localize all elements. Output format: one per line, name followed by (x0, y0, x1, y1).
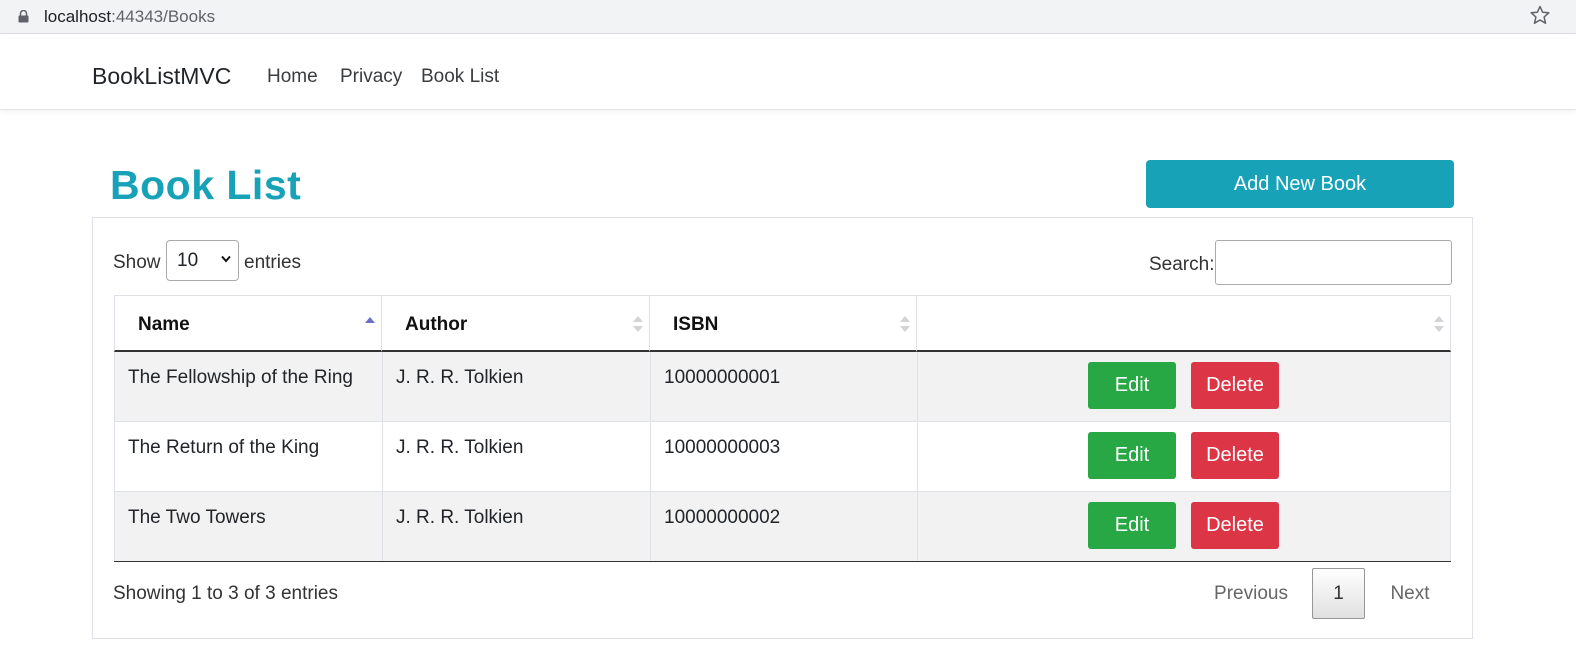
column-header-name[interactable]: Name (114, 295, 382, 352)
table-row: The Fellowship of the Ring J. R. R. Tolk… (114, 352, 1451, 422)
add-new-book-button[interactable]: Add New Book (1146, 160, 1454, 208)
star-icon[interactable] (1530, 5, 1550, 25)
book-name: The Fellowship of the Ring (128, 367, 353, 388)
column-header-label: ISBN (673, 314, 719, 335)
browser-address-bar: localhost:44343/Books (0, 0, 1576, 34)
book-author: J. R. R. Tolkien (396, 437, 524, 458)
pagination-previous[interactable]: Previous (1200, 583, 1302, 605)
cell-author: J. R. R. Tolkien (382, 352, 650, 421)
column-header-isbn[interactable]: ISBN (650, 295, 917, 352)
sort-both-icon (1434, 316, 1444, 332)
column-header-label: Name (138, 314, 190, 335)
book-author: J. R. R. Tolkien (396, 507, 524, 528)
nav-link-home[interactable]: Home (267, 66, 318, 88)
cell-actions: Edit Delete (917, 352, 1451, 421)
delete-button[interactable]: Delete (1191, 502, 1279, 549)
page-title: Book List (110, 162, 302, 208)
table-row: The Return of the King J. R. R. Tolkien … (114, 422, 1451, 492)
table-row: The Two Towers J. R. R. Tolkien 10000000… (114, 492, 1451, 562)
table-info: Showing 1 to 3 of 3 entries (113, 583, 338, 604)
pagination-page-current[interactable]: 1 (1312, 568, 1365, 619)
cell-author: J. R. R. Tolkien (382, 422, 650, 491)
navbar-brand[interactable]: BookListMVC (92, 63, 231, 90)
book-author: J. R. R. Tolkien (396, 367, 524, 388)
cell-name: The Return of the King (114, 422, 382, 491)
cell-name: The Two Towers (114, 492, 382, 561)
delete-button[interactable]: Delete (1191, 362, 1279, 409)
cell-author: J. R. R. Tolkien (382, 492, 650, 561)
nav-link-privacy[interactable]: Privacy (340, 66, 402, 88)
nav-link-book-list[interactable]: Book List (421, 66, 499, 88)
book-name: The Return of the King (128, 437, 320, 458)
page-length-value: 10 (177, 249, 199, 271)
column-header-author[interactable]: Author (382, 295, 650, 352)
sort-both-icon (633, 316, 643, 332)
cell-isbn: 10000000003 (650, 422, 917, 491)
cell-isbn: 10000000002 (650, 492, 917, 561)
book-name: The Two Towers (128, 507, 266, 528)
url-host: localhost (44, 7, 112, 26)
sort-asc-icon (365, 317, 375, 323)
url-path: :44343/Books (111, 7, 216, 26)
chevron-down-icon (221, 255, 231, 263)
pagination-next[interactable]: Next (1375, 583, 1445, 605)
column-header-actions[interactable] (917, 295, 1451, 352)
search-input[interactable] (1215, 240, 1452, 285)
delete-button[interactable]: Delete (1191, 432, 1279, 479)
show-label: Show (113, 252, 161, 273)
book-isbn: 10000000002 (664, 507, 781, 528)
lock-icon (18, 10, 29, 23)
navbar: BookListMVC Home Privacy Book List (0, 39, 1576, 110)
edit-button[interactable]: Edit (1088, 502, 1176, 549)
edit-button[interactable]: Edit (1088, 432, 1176, 479)
entries-label: entries (244, 252, 302, 273)
book-isbn: 10000000003 (664, 437, 781, 458)
sort-both-icon (900, 316, 910, 332)
cell-actions: Edit Delete (917, 492, 1451, 561)
edit-button[interactable]: Edit (1088, 362, 1176, 409)
search-label: Search: (1149, 254, 1215, 275)
url-field[interactable]: localhost:44343/Books (44, 7, 215, 27)
column-header-label: Author (405, 314, 468, 335)
cell-isbn: 10000000001 (650, 352, 917, 421)
page-length-select[interactable]: 10 (166, 240, 239, 281)
book-isbn: 10000000001 (664, 367, 781, 388)
cell-name: The Fellowship of the Ring (114, 352, 382, 421)
cell-actions: Edit Delete (917, 422, 1451, 491)
